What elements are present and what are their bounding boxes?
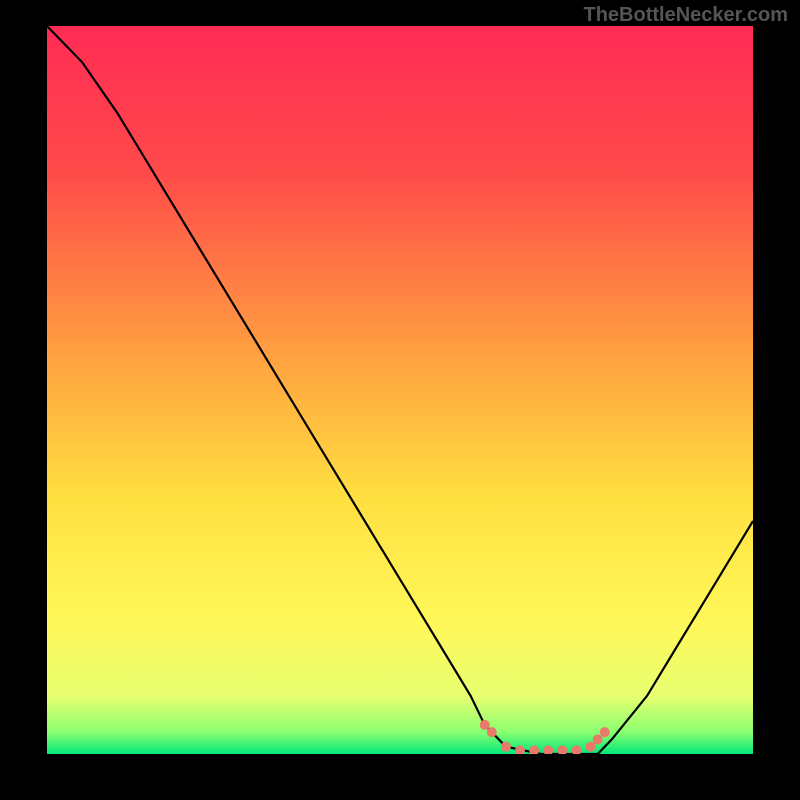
chart-area [47, 26, 753, 754]
watermark-text: TheBottleNecker.com [583, 4, 788, 27]
background-gradient [47, 26, 753, 754]
